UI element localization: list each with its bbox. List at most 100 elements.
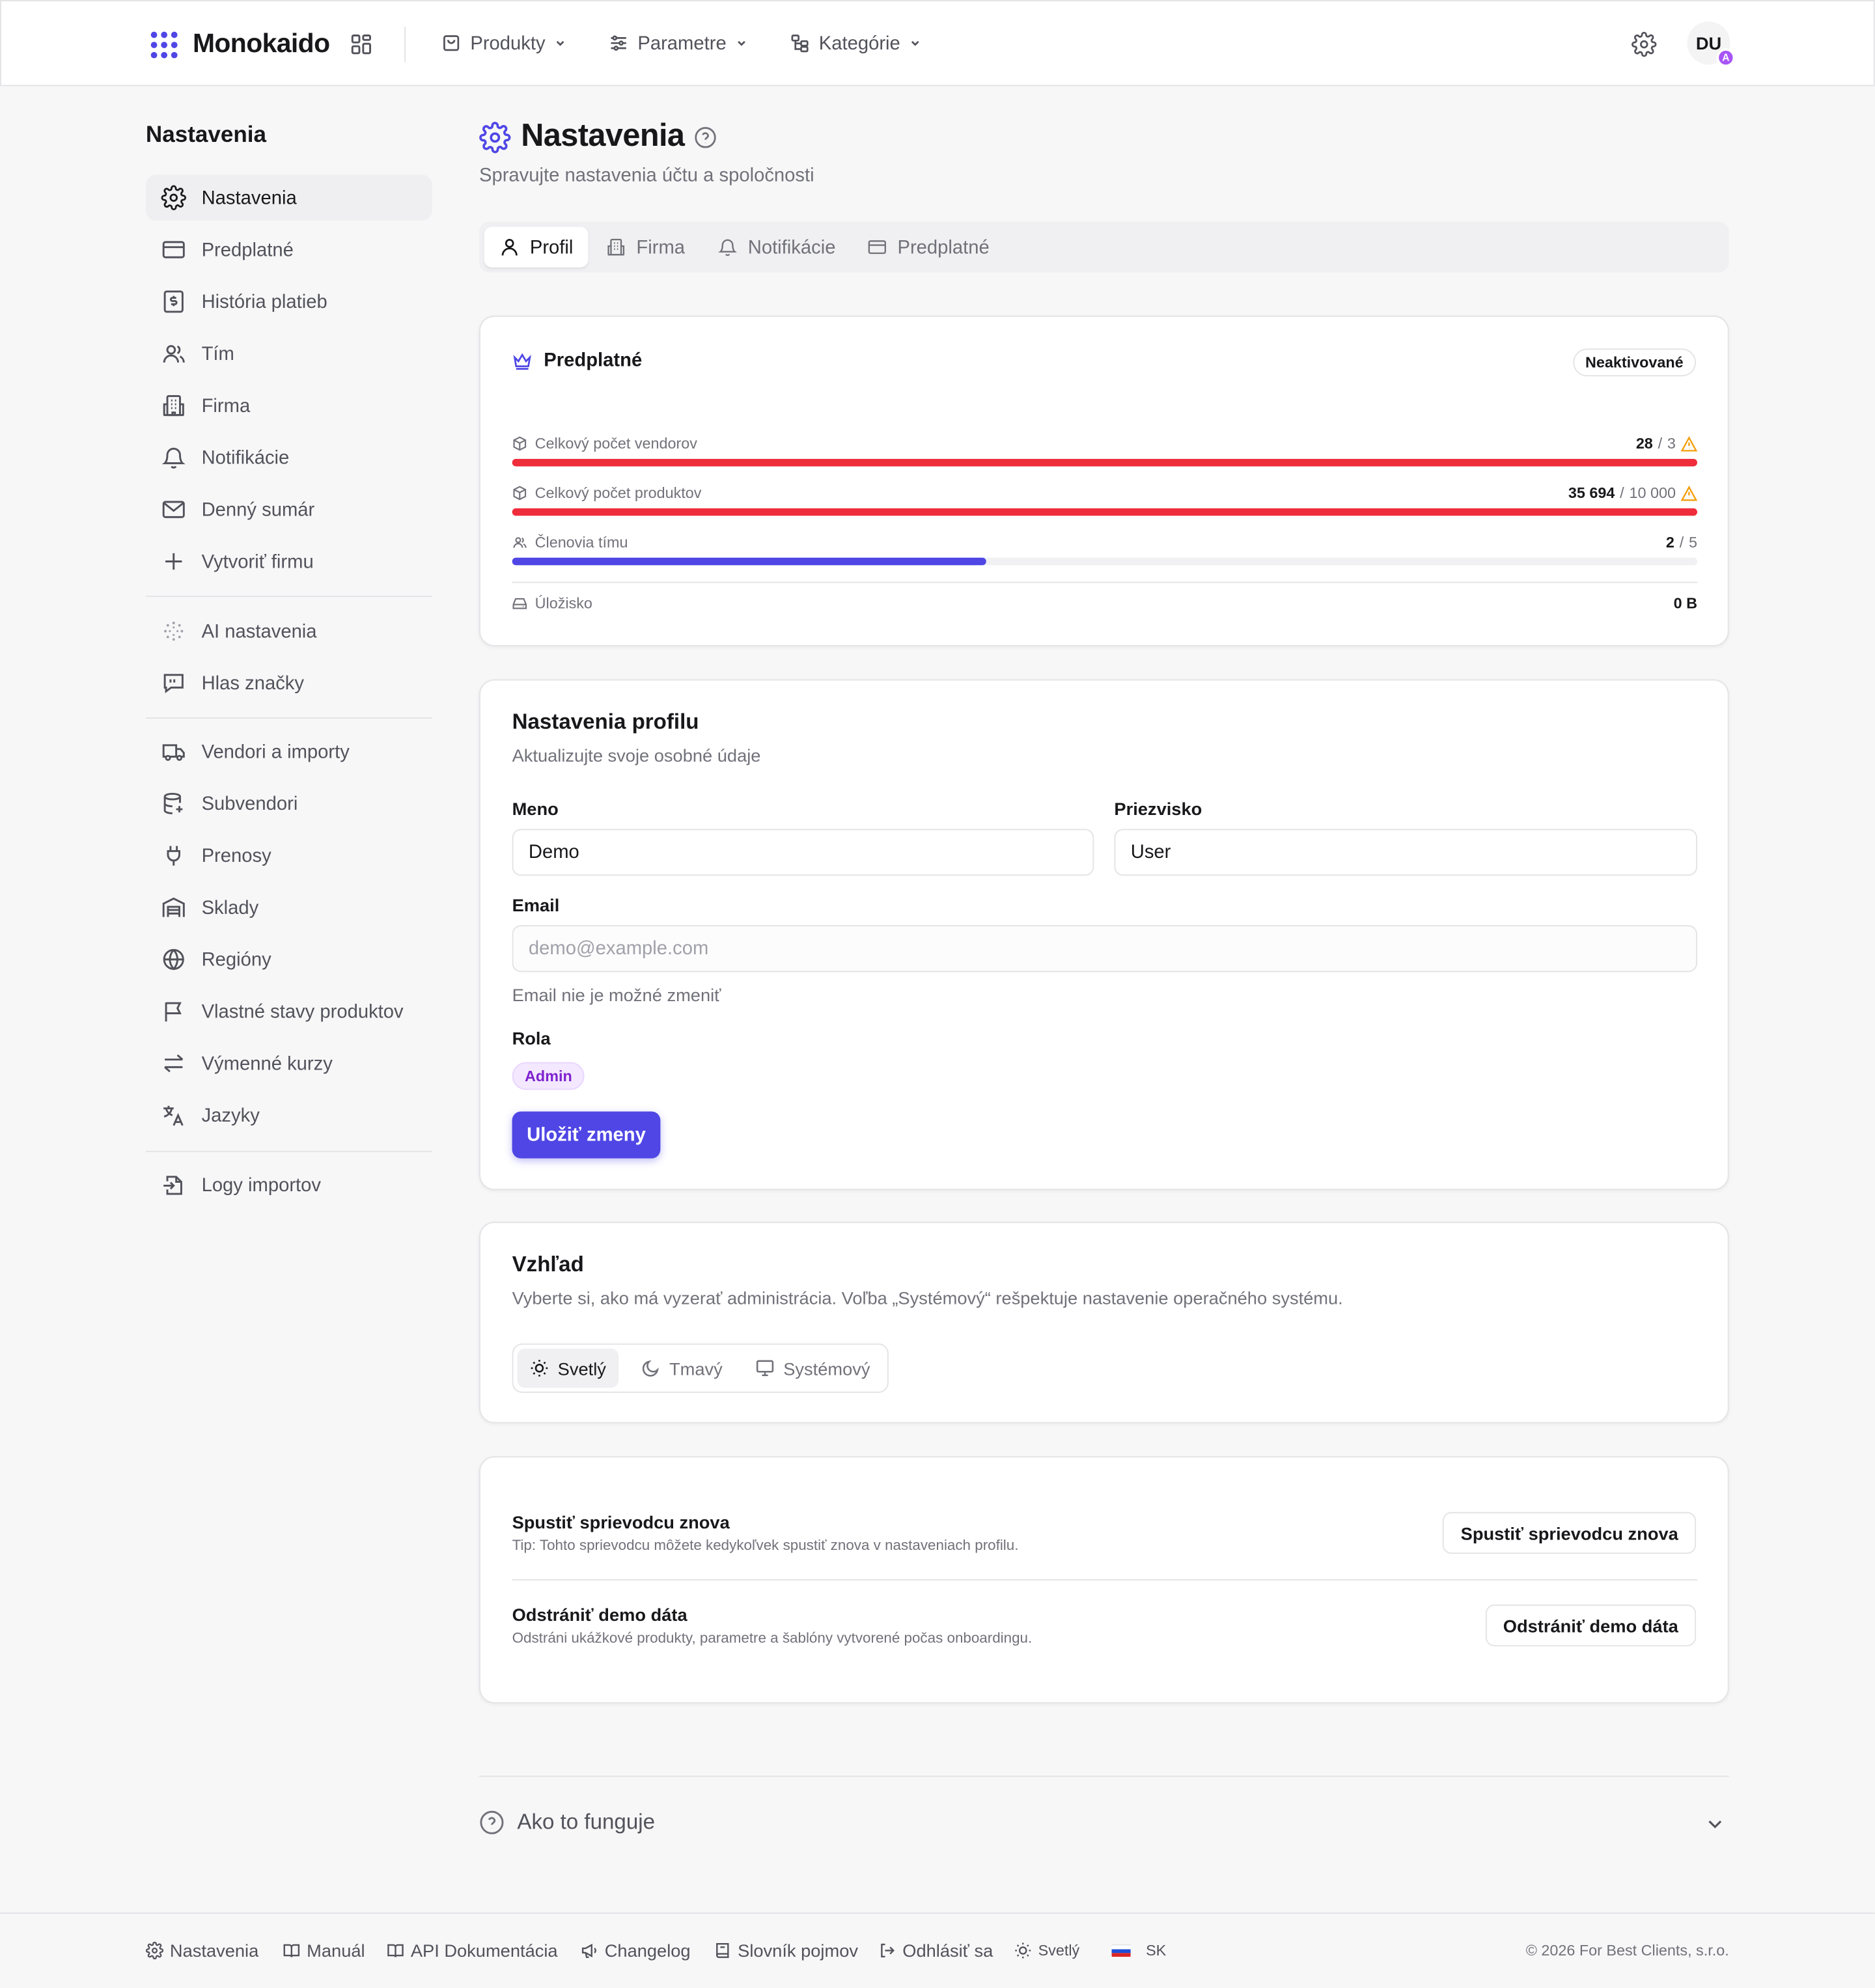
hard-drive-icon — [512, 598, 527, 609]
tab-label: Predplatné — [897, 236, 990, 258]
footer-link-api-docs[interactable]: API Dokumentácia — [387, 1940, 558, 1961]
how-it-works-label: Ako to funguje — [517, 1810, 656, 1834]
usage-value: 2 — [1665, 533, 1674, 551]
nav-parametre[interactable]: Parametre — [609, 27, 748, 60]
usage-label: Celkový počet vendorov — [535, 434, 698, 453]
gear-icon — [479, 122, 511, 154]
footer-link-changelog[interactable]: Changelog — [581, 1940, 691, 1961]
sidebar-item-historia-platieb[interactable]: História platieb — [146, 279, 432, 324]
sidebar-item-vytvorit-firmu[interactable]: Vytvoriť firmu — [146, 538, 432, 584]
flag-icon — [165, 1002, 182, 1022]
tab-profil[interactable]: Profil — [484, 227, 589, 268]
restart-wizard-button[interactable]: Spustiť sprievodcu znova — [1443, 1512, 1697, 1554]
gear-icon — [161, 185, 186, 210]
email-hint: Email nie je možné zmeniť — [512, 984, 721, 1005]
app-logo[interactable]: Monokaido — [150, 29, 330, 60]
sidebar-item-tim[interactable]: Tím — [146, 331, 432, 376]
tab-firma[interactable]: Firma — [590, 227, 700, 268]
role-label: Rola — [512, 1028, 551, 1049]
sidebar-item-firma[interactable]: Firma — [146, 383, 432, 428]
sidebar-item-ai-nastavenia[interactable]: AI nastavenia — [146, 609, 432, 654]
book-icon — [387, 1944, 404, 1957]
nav-kategorie[interactable]: Kategórie — [790, 27, 922, 60]
footer-link-label: Changelog — [604, 1940, 691, 1961]
footer-link-logout[interactable]: Odhlásiť sa — [878, 1940, 993, 1961]
profile-card-description: Aktualizujte svoje osobné údaje — [512, 745, 761, 766]
usage-row-storage: Úložisko 0 B — [512, 594, 1697, 612]
tab-notifikacie[interactable]: Notifikácie — [702, 227, 851, 268]
footer-theme-toggle[interactable]: Svetlý — [1014, 1942, 1079, 1959]
footer-link-glossary[interactable]: Slovník pojmov — [714, 1940, 858, 1961]
sliders-icon — [611, 35, 626, 51]
sidebar-item-denny-sumar[interactable]: Denný sumár — [146, 487, 432, 532]
remove-demo-button[interactable]: Odstrániť demo dáta — [1485, 1604, 1697, 1647]
tab-label: Profil — [529, 236, 574, 258]
apps-grid-icon[interactable] — [348, 32, 374, 57]
theme-option-light[interactable]: Svetlý — [517, 1348, 619, 1388]
last-name-input[interactable]: User — [1114, 829, 1698, 876]
sidebar-item-predplatne[interactable]: Predplatné — [146, 227, 432, 273]
save-changes-button[interactable]: Uložiť zmeny — [512, 1111, 661, 1159]
footer-link-label: Manuál — [307, 1940, 365, 1961]
footer-language-switcher[interactable]: SK — [1111, 1941, 1167, 1960]
tab-predplatne[interactable]: Predplatné — [852, 227, 1005, 268]
theme-option-dark[interactable]: Tmavý — [629, 1349, 736, 1388]
truck-icon — [162, 744, 185, 761]
theme-option-label: Systémový — [783, 1358, 870, 1379]
sidebar-item-subvendori[interactable]: Subvendori — [146, 780, 432, 826]
footer-link-label: Nastavenia — [169, 1940, 259, 1961]
footer-link-nastavenia[interactable]: Nastavenia — [145, 1940, 259, 1961]
sidebar-item-notifikacie[interactable]: Notifikácie — [146, 435, 432, 480]
sidebar-item-nastavenia[interactable]: Nastavenia — [145, 174, 432, 221]
how-it-works-toggle[interactable]: Ako to funguje — [479, 1810, 655, 1835]
sidebar-item-hlas-znacky[interactable]: Hlas značky — [146, 660, 432, 706]
box-icon — [513, 486, 527, 501]
theme-option-system[interactable]: Systémový — [743, 1349, 883, 1388]
credit-card-icon — [868, 240, 886, 255]
help-circle-icon[interactable] — [693, 126, 717, 150]
chevron-down-icon[interactable] — [1705, 1814, 1725, 1834]
sidebar-item-vlastne-stavy-produktov[interactable]: Vlastné stavy produktov — [146, 989, 432, 1034]
slovak-flag-icon — [1111, 1944, 1131, 1957]
hierarchy-icon — [791, 35, 809, 53]
sidebar-divider — [145, 596, 432, 598]
last-name-label: Priezvisko — [1114, 798, 1202, 819]
sidebar-item-label: Regióny — [201, 948, 271, 971]
sidebar-item-label: Výmenné kurzy — [201, 1052, 333, 1075]
usage-limit: 10 000 — [1629, 484, 1676, 503]
usage-value: 35 694 — [1568, 484, 1615, 503]
onboarding-actions-card: Spustiť sprievodcu znova Tip: Tohto spri… — [479, 1456, 1729, 1704]
subscription-header: Predplatné — [512, 350, 642, 371]
theme-option-label: Tmavý — [669, 1358, 723, 1379]
sidebar-title: Nastavenia — [145, 121, 266, 147]
remove-demo-title: Odstrániť demo dáta — [512, 1604, 688, 1625]
sidebar-item-regiony[interactable]: Regióny — [146, 937, 432, 982]
footer-language-label: SK — [1146, 1941, 1167, 1960]
first-name-input[interactable]: Demo — [512, 829, 1094, 876]
restart-wizard-description: Tip: Tohto sprievodcu môžete kedykoľvek … — [512, 1538, 1019, 1554]
sidebar-item-vendori-a-importy[interactable]: Vendori a importy — [146, 729, 432, 775]
sidebar-item-jazyky[interactable]: Jazyky — [146, 1092, 432, 1138]
sidebar-item-sklady[interactable]: Sklady — [146, 885, 432, 930]
user-avatar[interactable]: DU A — [1687, 21, 1736, 68]
megaphone-icon — [581, 1943, 596, 1958]
page-title: Nastavenia — [521, 118, 685, 154]
sidebar-item-vymenne-kurzy[interactable]: Výmenné kurzy — [146, 1040, 432, 1086]
sidebar-item-logy-importov[interactable]: Logy importov — [146, 1162, 432, 1208]
email-input[interactable]: demo@example.com — [512, 925, 1698, 973]
nav-produkty[interactable]: Produkty — [441, 27, 567, 60]
warning-icon — [1680, 484, 1698, 501]
sidebar-item-label: Vytvoriť firmu — [201, 550, 314, 573]
users-icon — [513, 537, 527, 548]
gear-icon[interactable] — [1632, 31, 1657, 57]
sidebar-item-label: Notifikácie — [201, 447, 290, 469]
plug-icon — [167, 846, 180, 866]
sidebar-item-label: Predplatné — [201, 239, 294, 261]
subscription-status-badge: Neaktivované — [1572, 348, 1697, 377]
sidebar-item-label: Tím — [201, 342, 234, 365]
appearance-card-title: Vzhľad — [512, 1252, 584, 1277]
gear-icon — [145, 1941, 164, 1960]
usage-progress-fill — [512, 508, 1698, 516]
footer-link-manual[interactable]: Manuál — [283, 1940, 365, 1961]
sidebar-item-prenosy[interactable]: Prenosy — [146, 833, 432, 878]
